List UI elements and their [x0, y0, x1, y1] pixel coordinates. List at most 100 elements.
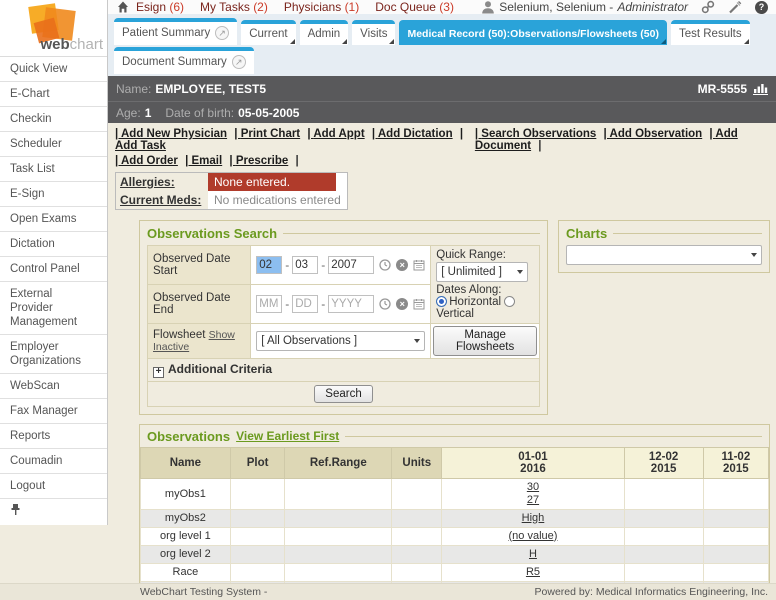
- table-row: org level 1 (no value): [141, 527, 769, 545]
- obs-value-link[interactable]: 30: [444, 481, 621, 494]
- clock-icon[interactable]: [379, 259, 391, 271]
- manage-flowsheets-button[interactable]: Manage Flowsheets: [433, 326, 537, 356]
- obs-name: org level 1: [141, 527, 231, 545]
- obs-value-link[interactable]: (no value): [444, 530, 621, 543]
- add-observation-link[interactable]: Add Observation: [604, 128, 703, 140]
- sidebar-item-logout[interactable]: Logout: [0, 474, 107, 499]
- end-day-input[interactable]: [292, 295, 318, 313]
- clock-icon[interactable]: [379, 298, 391, 310]
- patient-dob-label: Date of birth:: [165, 106, 234, 120]
- email-link[interactable]: Email: [185, 155, 222, 167]
- tab-current[interactable]: Current: [241, 20, 295, 45]
- sidebar-item-open-exams[interactable]: Open Exams: [0, 207, 107, 232]
- sidebar-item-coumadin[interactable]: Coumadin: [0, 449, 107, 474]
- calendar-icon[interactable]: [413, 259, 425, 271]
- add-appt-link[interactable]: Add Appt: [307, 128, 364, 140]
- additional-criteria-label[interactable]: Additional Criteria: [168, 362, 272, 376]
- sidebar-item-control-panel[interactable]: Control Panel: [0, 257, 107, 282]
- sidebar-item-reports[interactable]: Reports: [0, 424, 107, 449]
- vertical-label: Vertical: [436, 308, 474, 320]
- chevron-down-icon: [414, 339, 420, 343]
- clear-date-icon[interactable]: ×: [396, 298, 408, 310]
- obs-value-link[interactable]: 27: [444, 494, 621, 507]
- obs-value-link[interactable]: R5: [444, 566, 621, 579]
- clear-date-icon[interactable]: ×: [396, 259, 408, 271]
- expand-icon[interactable]: +: [153, 367, 164, 378]
- tab-patient-summary[interactable]: Patient Summary: [114, 18, 237, 45]
- tab-label: Patient Summary: [122, 27, 210, 39]
- footer-powered-by: Powered by: Medical Informatics Engineer…: [535, 586, 768, 600]
- chart-actions-right: Search Observations Add Observation Add …: [475, 128, 770, 152]
- tab-visits[interactable]: Visits: [352, 20, 395, 45]
- obs-name: myObs2: [141, 509, 231, 527]
- tab-label: Current: [249, 28, 287, 40]
- tab-document-summary[interactable]: Document Summary: [114, 47, 254, 74]
- add-order-link[interactable]: Add Order: [115, 155, 178, 167]
- calendar-icon[interactable]: [413, 298, 425, 310]
- prescribe-link[interactable]: Prescribe: [229, 155, 288, 167]
- allergies-meds-box: Allergies: None entered. Current Meds: N…: [115, 172, 348, 210]
- sidebar-item-e-chart[interactable]: E-Chart: [0, 82, 107, 107]
- logo-text: webchart: [40, 36, 103, 53]
- end-month-input[interactable]: [256, 295, 282, 313]
- observed-date-start-label: Observed Date Start: [148, 246, 251, 285]
- sidebar-item-external-provider-management[interactable]: External Provider Management: [0, 282, 107, 335]
- charts-title: Charts: [566, 226, 607, 241]
- dates-along-vertical-radio[interactable]: [504, 296, 515, 307]
- sidebar-item-scheduler[interactable]: Scheduler: [0, 132, 107, 157]
- sidebar-item-fax-manager[interactable]: Fax Manager: [0, 399, 107, 424]
- chevron-down-icon: [751, 253, 757, 257]
- sidebar-item-employer-organizations[interactable]: Employer Organizations: [0, 335, 107, 374]
- search-observations-link[interactable]: Search Observations: [475, 128, 596, 140]
- add-new-physician-link[interactable]: Add New Physician: [115, 128, 227, 140]
- link-icon[interactable]: [701, 0, 715, 14]
- current-meds-link[interactable]: Current Meds:: [120, 193, 201, 207]
- sidebar-item-quick-view[interactable]: Quick View: [0, 57, 107, 82]
- print-chart-link[interactable]: Print Chart: [234, 128, 300, 140]
- sidebar-item-webscan[interactable]: WebScan: [0, 374, 107, 399]
- nav-my-tasks[interactable]: My Tasks (2): [200, 0, 268, 14]
- tab-medical-record[interactable]: Medical Record (50):Observations/Flowshe…: [399, 20, 667, 45]
- wand-icon[interactable]: [728, 0, 742, 14]
- chart-bars-icon[interactable]: [753, 82, 768, 95]
- start-day-input[interactable]: [292, 256, 318, 274]
- obs-value-link[interactable]: H: [444, 548, 621, 561]
- table-row: myObs2 High: [141, 509, 769, 527]
- pin-icon[interactable]: [10, 503, 21, 516]
- start-year-input[interactable]: [328, 256, 374, 274]
- start-month-input[interactable]: [256, 256, 282, 274]
- tab-test-results[interactable]: Test Results: [671, 20, 750, 45]
- flowsheet-select[interactable]: [ All Observations ]: [256, 331, 425, 351]
- popout-icon[interactable]: [232, 55, 246, 69]
- content-area: Add New Physician Print Chart Add Appt A…: [108, 123, 776, 600]
- view-earliest-first-link[interactable]: View Earliest First: [236, 429, 339, 443]
- end-year-input[interactable]: [328, 295, 374, 313]
- user-menu[interactable]: Selenium, Selenium - Administrator: [481, 0, 688, 14]
- obs-value-link[interactable]: High: [444, 512, 621, 525]
- chart-actions-left-2: Add Order Email Prescribe: [115, 155, 299, 167]
- allergies-link[interactable]: Allergies:: [120, 175, 175, 189]
- search-button[interactable]: Search: [314, 385, 372, 403]
- col-header-name: Name: [141, 447, 231, 478]
- flowsheet-value: [ All Observations ]: [261, 335, 357, 347]
- quick-range-select[interactable]: [ Unlimited ]: [436, 262, 528, 282]
- add-dictation-link[interactable]: Add Dictation: [372, 128, 453, 140]
- charts-select[interactable]: [566, 245, 762, 265]
- help-icon[interactable]: ?: [755, 1, 768, 14]
- popout-icon[interactable]: [215, 26, 229, 40]
- nav-esign[interactable]: Esign (6): [136, 0, 184, 14]
- sidebar-item-checkin[interactable]: Checkin: [0, 107, 107, 132]
- obs-name: org level 2: [141, 545, 231, 563]
- chart-actions-left: Add New Physician Print Chart Add Appt A…: [115, 128, 475, 152]
- sidebar-item-dictation[interactable]: Dictation: [0, 232, 107, 257]
- sidebar-item-task-list[interactable]: Task List: [0, 157, 107, 182]
- sidebar-item-e-sign[interactable]: E-Sign: [0, 182, 107, 207]
- nav-physicians[interactable]: Physicians (1): [284, 0, 359, 14]
- nav-doc-queue[interactable]: Doc Queue (3): [375, 0, 454, 14]
- home-icon[interactable]: [116, 0, 130, 14]
- table-row: Race R5: [141, 563, 769, 581]
- tab-admin[interactable]: Admin: [300, 20, 349, 45]
- webchart-logo[interactable]: webchart: [0, 0, 107, 57]
- col-header-ref-range: Ref.Range: [285, 447, 392, 478]
- dates-along-horizontal-radio[interactable]: [436, 296, 447, 307]
